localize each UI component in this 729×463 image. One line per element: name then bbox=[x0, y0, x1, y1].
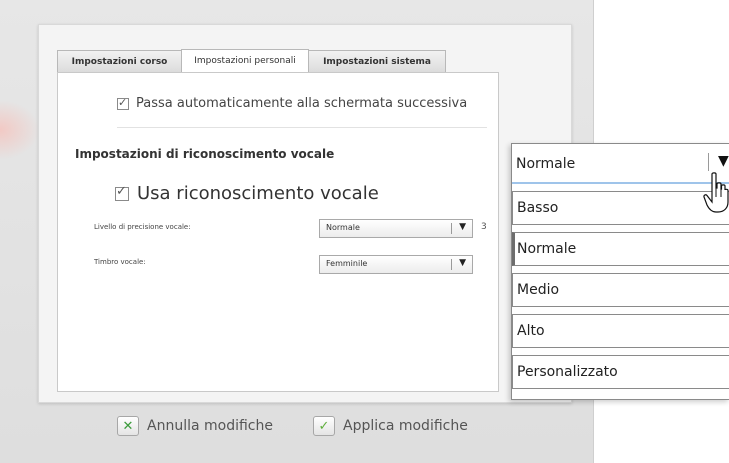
cancel-changes-label: Annulla modifiche bbox=[147, 418, 273, 434]
dropdown-selected[interactable]: Normale ▼ bbox=[512, 144, 729, 184]
chevron-down-icon[interactable]: ▼ bbox=[718, 153, 729, 169]
precision-select-value: Normale bbox=[326, 223, 360, 232]
dropdown-option-personalizzato[interactable]: Personalizzato bbox=[512, 355, 729, 389]
divider bbox=[117, 127, 487, 128]
use-voice-row[interactable]: ✓ Usa riconoscimento vocale bbox=[115, 183, 379, 204]
precision-count: 3 bbox=[481, 222, 487, 232]
select-divider bbox=[451, 259, 452, 270]
tab-course-settings[interactable]: Impostazioni corso bbox=[57, 50, 182, 72]
cancel-changes-button[interactable]: ✕ Annulla modifiche bbox=[117, 413, 273, 439]
dropdown-option-label: Normale bbox=[517, 241, 577, 257]
apply-changes-button[interactable]: ✓ Applica modifiche bbox=[313, 413, 468, 439]
precision-label: Livello di precisione vocale: bbox=[94, 223, 191, 231]
precision-select[interactable]: Normale ▼ bbox=[319, 219, 473, 238]
timbre-select-value: Femminile bbox=[326, 259, 368, 268]
dropdown-selected-value: Normale bbox=[516, 156, 576, 172]
background-decoration-left bbox=[0, 100, 40, 160]
dropdown-option-label: Personalizzato bbox=[517, 364, 618, 380]
dropdown-divider bbox=[708, 153, 709, 171]
dropdown-option-normale[interactable]: Normale bbox=[512, 232, 729, 266]
check-icon: ✓ bbox=[116, 184, 127, 199]
tab-course-label: Impostazioni corso bbox=[71, 56, 168, 67]
chevron-down-icon: ▼ bbox=[459, 222, 466, 232]
auto-next-checkbox[interactable]: ✓ bbox=[117, 95, 129, 110]
check-icon: ✓ bbox=[313, 416, 335, 436]
dropdown-option-label: Medio bbox=[517, 282, 560, 298]
tab-personal-label: Impostazioni personali bbox=[194, 56, 296, 66]
auto-next-label: Passa automaticamente alla schermata suc… bbox=[136, 96, 468, 111]
tab-system-label: Impostazioni sistema bbox=[323, 56, 431, 67]
auto-next-row[interactable]: ✓ Passa automaticamente alla schermata su… bbox=[117, 96, 467, 111]
hand-pointer-icon bbox=[703, 172, 729, 213]
check-icon: ✓ bbox=[118, 95, 128, 109]
tab-system-settings[interactable]: Impostazioni sistema bbox=[308, 50, 446, 72]
dropdown-option-label: Alto bbox=[517, 323, 545, 339]
dropdown-option-medio[interactable]: Medio bbox=[512, 273, 729, 307]
voice-section-title: Impostazioni di riconoscimento vocale bbox=[75, 147, 335, 161]
x-icon: ✕ bbox=[117, 416, 139, 436]
use-voice-label: Usa riconoscimento vocale bbox=[137, 183, 379, 204]
chevron-down-icon: ▼ bbox=[459, 258, 466, 268]
select-divider bbox=[451, 223, 452, 234]
apply-changes-label: Applica modifiche bbox=[343, 418, 468, 434]
precision-dropdown[interactable]: Normale ▼ Basso Normale Medio Alto Perso… bbox=[511, 143, 729, 400]
dropdown-option-basso[interactable]: Basso bbox=[512, 191, 729, 225]
dropdown-option-label: Basso bbox=[517, 200, 559, 216]
use-voice-checkbox[interactable]: ✓ bbox=[115, 184, 129, 201]
tab-personal-settings[interactable]: Impostazioni personali bbox=[181, 49, 309, 72]
timbre-label: Timbro vocale: bbox=[94, 258, 146, 266]
dropdown-option-alto[interactable]: Alto bbox=[512, 314, 729, 348]
timbre-select[interactable]: Femminile ▼ bbox=[319, 255, 473, 274]
